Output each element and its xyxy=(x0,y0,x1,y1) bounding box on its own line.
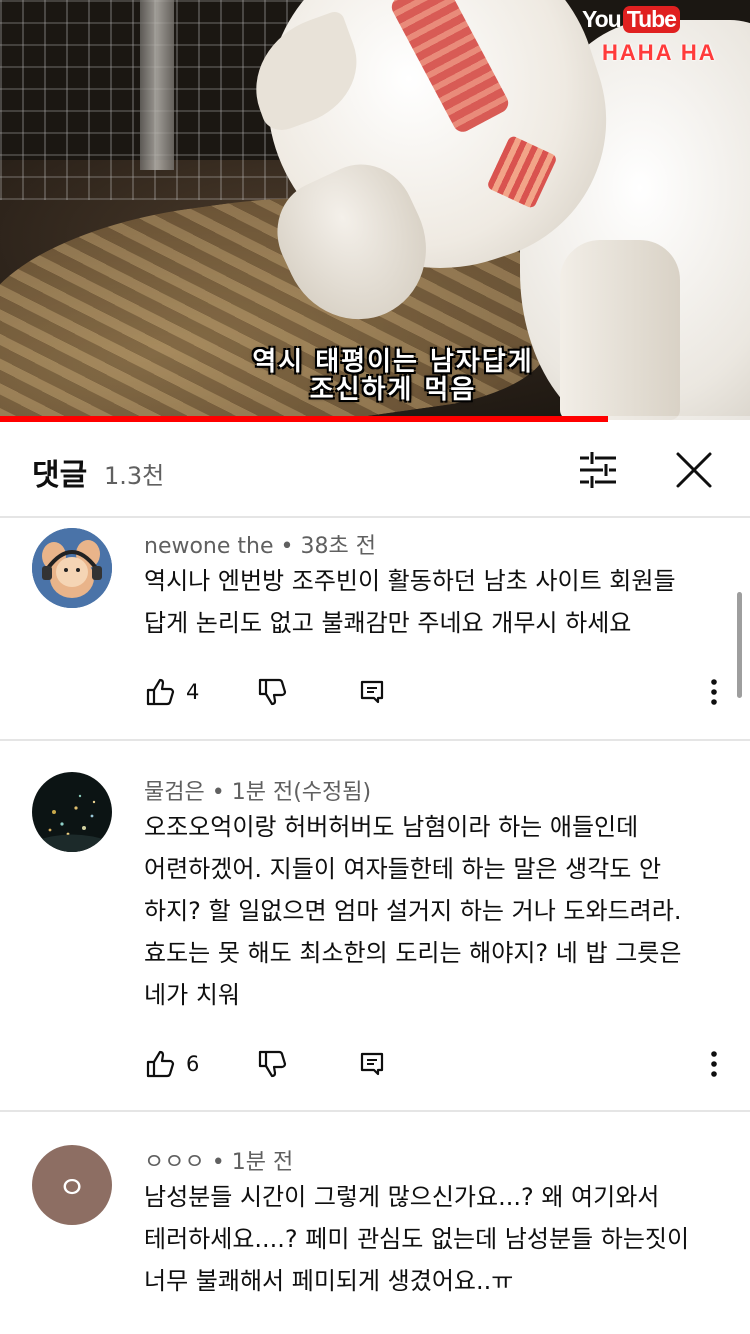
youtube-watermark-logo: You Tube xyxy=(582,6,680,33)
thumbs-down-icon xyxy=(258,1050,287,1078)
thumbs-up-icon xyxy=(146,678,175,706)
like-button[interactable]: 6 xyxy=(144,1044,199,1084)
youtube-logo-you: You xyxy=(582,6,622,32)
comment-text: 남성분들 시간이 그렇게 많으신가요...? 왜 여기와서 테러하세요....?… xyxy=(144,1183,690,1295)
channel-watermark: HAHA HA xyxy=(602,40,717,65)
comment-actions: 4 xyxy=(144,672,734,712)
sort-comments-button[interactable] xyxy=(572,448,624,492)
comment-author[interactable]: ㅇㅇㅇ xyxy=(144,1150,205,1175)
avatar[interactable] xyxy=(32,772,112,852)
avatar[interactable] xyxy=(32,528,112,608)
thumbs-up-icon xyxy=(146,1050,175,1078)
reply-comment-icon xyxy=(360,680,384,704)
like-count: 6 xyxy=(186,1052,200,1076)
comment-text: 역시나 엔번방 조주빈이 활동하던 남초 사이트 회원들 답게 논리도 없고 불… xyxy=(144,567,676,637)
scrollbar[interactable] xyxy=(737,592,742,698)
like-button[interactable]: 4 xyxy=(144,672,199,712)
comment-author[interactable]: newone the xyxy=(144,534,274,559)
comment-author[interactable]: 물검은 xyxy=(144,780,205,805)
comments-count: 1.3천 xyxy=(104,462,165,490)
video-player[interactable]: You Tube HAHA HA 역시 태평이는 남자답게 조신하게 먹음 xyxy=(0,0,750,420)
video-subtitle-line2: 조신하게 먹음 xyxy=(309,375,477,405)
reply-button[interactable] xyxy=(358,1044,386,1084)
comment-text: 오조오억이랑 허버허버도 남혐이라 하는 애들인데 어련하겠어. 지들이 여자들… xyxy=(144,813,682,1009)
avatar-letter: ㅇ xyxy=(32,1145,112,1225)
dislike-button[interactable] xyxy=(256,1044,288,1084)
comment-time: 38초 전 xyxy=(300,534,376,559)
comment-meta: newone the • 38초 전 xyxy=(144,528,376,560)
thumbs-down-icon xyxy=(258,678,287,706)
cartoon-mouse-avatar-icon xyxy=(32,528,112,608)
divider xyxy=(0,1110,750,1112)
meta-separator: • xyxy=(211,780,232,805)
close-icon xyxy=(676,452,712,488)
divider xyxy=(0,739,750,741)
reply-comment-icon xyxy=(360,1052,384,1076)
night-city-avatar-icon xyxy=(32,772,112,852)
more-vert-icon xyxy=(711,679,717,705)
dislike-button[interactable] xyxy=(256,672,288,712)
meta-separator: • xyxy=(211,1150,232,1175)
comments-title: 댓글 xyxy=(32,458,88,493)
comment-time: 1분 전(수정됨) xyxy=(231,780,372,805)
close-comments-button[interactable] xyxy=(672,448,716,492)
more-options-button[interactable] xyxy=(704,672,724,712)
sort-filter-icon xyxy=(580,452,616,488)
more-vert-icon xyxy=(711,1051,717,1077)
comment-meta: ㅇㅇㅇ • 1분 전 xyxy=(144,1144,293,1176)
video-frame-pole xyxy=(140,0,174,170)
avatar[interactable]: ㅇ xyxy=(32,1145,112,1225)
meta-separator: • xyxy=(280,534,301,559)
comments-header: 댓글 1.3천 xyxy=(0,422,750,518)
youtube-logo-tube: Tube xyxy=(622,6,680,33)
comment-actions: 6 xyxy=(144,1044,734,1084)
video-subtitle-line1: 역시 태평이는 남자답게 xyxy=(252,347,534,377)
reply-button[interactable] xyxy=(358,672,386,712)
more-options-button[interactable] xyxy=(704,1044,724,1084)
comment-time: 1분 전 xyxy=(231,1150,294,1175)
comment-meta: 물검은 • 1분 전(수정됨) xyxy=(144,774,371,806)
like-count: 4 xyxy=(186,680,200,704)
